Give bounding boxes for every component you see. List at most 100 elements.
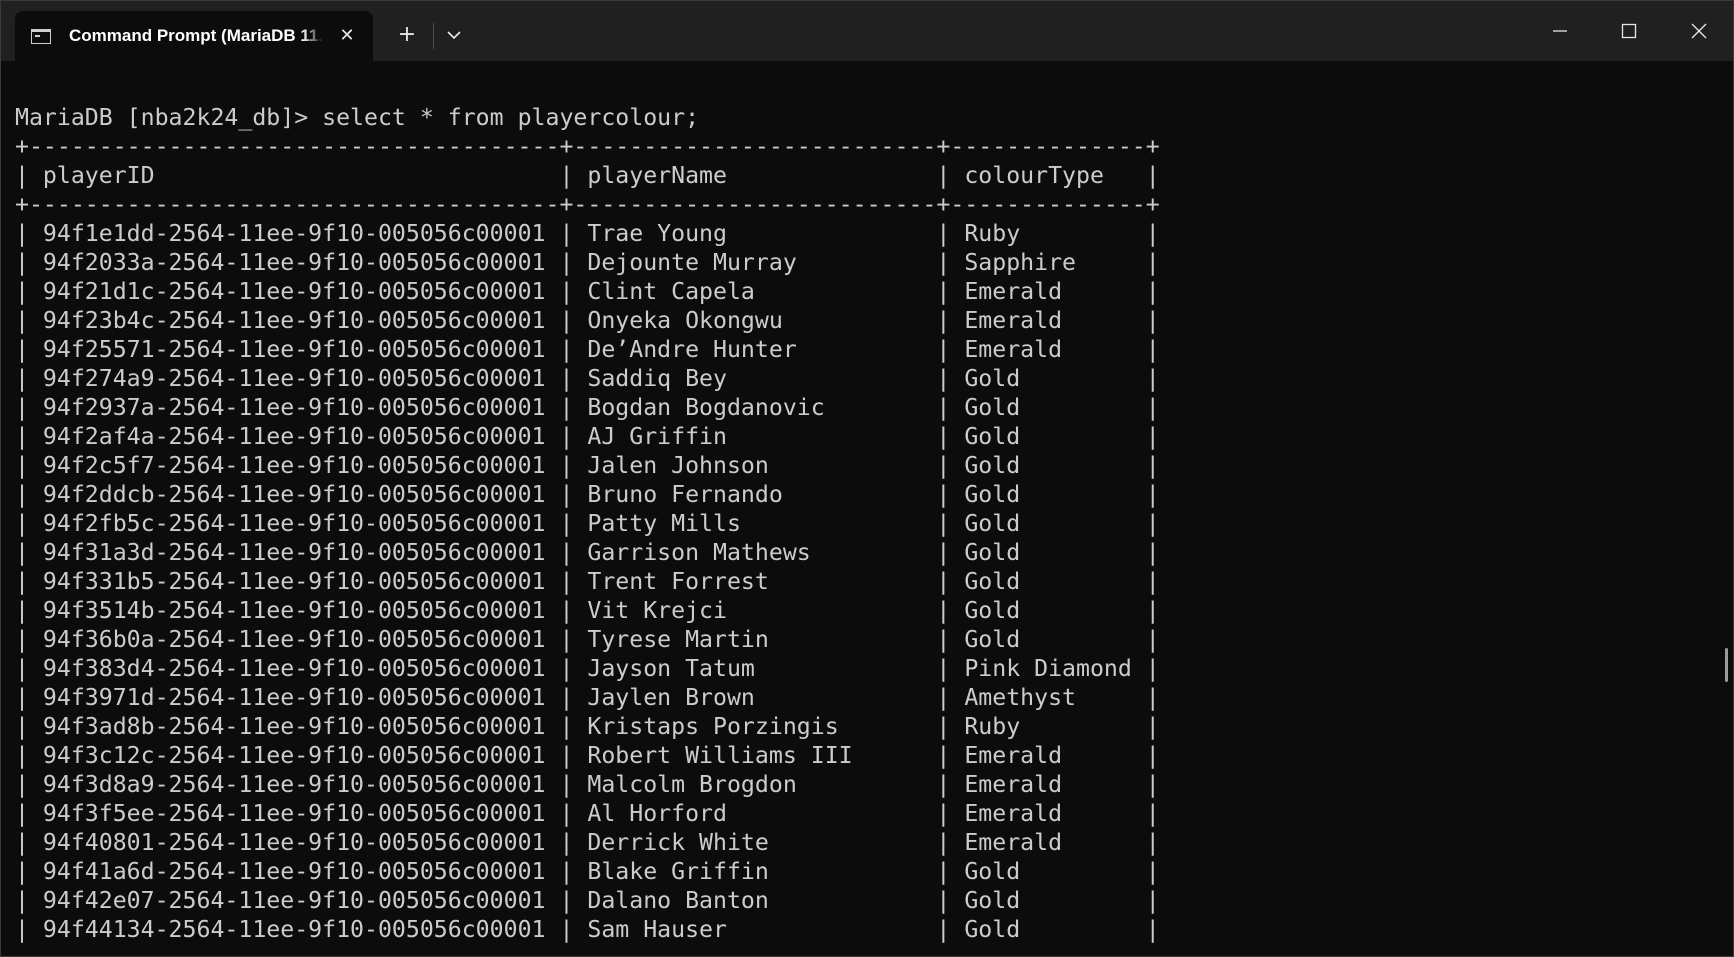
table-row: | 94f331b5-2564-11ee-9f10-005056c00001 |… — [15, 568, 1160, 595]
cell-playerid: 94f40801-2564-11ee-9f10-005056c00001 — [42, 829, 546, 856]
cell-playerid: 94f3c12c-2564-11ee-9f10-005056c00001 — [42, 742, 546, 769]
cell-colourtype: Gold — [964, 887, 1132, 914]
cell-playername: Derrick White — [587, 829, 923, 856]
column-header-playername: playerName — [587, 162, 923, 189]
table-row: | 94f40801-2564-11ee-9f10-005056c00001 |… — [15, 829, 1160, 856]
cell-colourtype: Emerald — [964, 742, 1132, 769]
cell-playerid: 94f36b0a-2564-11ee-9f10-005056c00001 — [42, 626, 546, 653]
table-row: | 94f2ddcb-2564-11ee-9f10-005056c00001 |… — [15, 481, 1160, 508]
column-header-playerid: playerID — [42, 162, 546, 189]
cell-playerid: 94f42e07-2564-11ee-9f10-005056c00001 — [42, 887, 546, 914]
console-output[interactable]: MariaDB [nba2k24_db]> select * from play… — [1, 61, 1721, 956]
cell-playerid: 94f2af4a-2564-11ee-9f10-005056c00001 — [42, 423, 546, 450]
cell-playername: Patty Mills — [587, 510, 923, 537]
column-header-colourtype: colourType — [964, 162, 1132, 189]
cell-colourtype: Gold — [964, 597, 1132, 624]
scrollbar-thumb[interactable] — [1725, 648, 1728, 682]
table-row: | 94f25571-2564-11ee-9f10-005056c00001 |… — [15, 336, 1160, 363]
cell-colourtype: Gold — [964, 452, 1132, 479]
cell-playerid: 94f2033a-2564-11ee-9f10-005056c00001 — [42, 249, 546, 276]
cell-playername: Clint Capela — [587, 278, 923, 305]
table-row: | 94f3971d-2564-11ee-9f10-005056c00001 |… — [15, 684, 1160, 711]
scrollbar[interactable] — [1721, 61, 1733, 956]
cell-colourtype: Gold — [964, 858, 1132, 885]
cell-colourtype: Gold — [964, 539, 1132, 566]
minimize-button[interactable] — [1526, 1, 1594, 61]
prompt: MariaDB [nba2k24_db]> — [15, 104, 323, 131]
table-row: | 94f2937a-2564-11ee-9f10-005056c00001 |… — [15, 394, 1160, 421]
cell-playerid: 94f1e1dd-2564-11ee-9f10-005056c00001 — [42, 220, 546, 247]
tab-title: Command Prompt (MariaDB 11.1) — [69, 26, 323, 45]
maximize-button[interactable] — [1595, 1, 1663, 61]
close-icon — [1691, 23, 1707, 39]
cell-playerid: 94f3971d-2564-11ee-9f10-005056c00001 — [42, 684, 546, 711]
cell-playername: Saddiq Bey — [587, 365, 923, 392]
plus-icon[interactable]: + — [393, 21, 421, 49]
tab-divider — [433, 23, 434, 49]
cell-playername: Jayson Tatum — [587, 655, 923, 682]
table-row: | 94f3f5ee-2564-11ee-9f10-005056c00001 |… — [15, 800, 1160, 827]
table-row: | 94f2033a-2564-11ee-9f10-005056c00001 |… — [15, 249, 1160, 276]
cell-playerid: 94f331b5-2564-11ee-9f10-005056c00001 — [42, 568, 546, 595]
cell-playerid: 94f2937a-2564-11ee-9f10-005056c00001 — [42, 394, 546, 421]
cell-playername: Dalano Banton — [587, 887, 923, 914]
cell-colourtype: Gold — [964, 394, 1132, 421]
table-row: | 94f274a9-2564-11ee-9f10-005056c00001 |… — [15, 365, 1160, 392]
minimize-icon — [1553, 30, 1567, 32]
cell-colourtype: Pink Diamond — [964, 655, 1132, 682]
cell-playername: Jaylen Brown — [587, 684, 923, 711]
table-row: | 94f3d8a9-2564-11ee-9f10-005056c00001 |… — [15, 771, 1160, 798]
cell-playerid: 94f2ddcb-2564-11ee-9f10-005056c00001 — [42, 481, 546, 508]
title-bar[interactable]: Command Prompt (MariaDB 11.1) ✕ + — [1, 1, 1733, 61]
cell-colourtype: Gold — [964, 365, 1132, 392]
cell-playername: Kristaps Porzingis — [587, 713, 923, 740]
table-row: | 94f41a6d-2564-11ee-9f10-005056c00001 |… — [15, 858, 1160, 885]
cell-colourtype: Emerald — [964, 278, 1132, 305]
table-row: | 94f3514b-2564-11ee-9f10-005056c00001 |… — [15, 597, 1160, 624]
cell-colourtype: Gold — [964, 626, 1132, 653]
table-row: | 94f2af4a-2564-11ee-9f10-005056c00001 |… — [15, 423, 1160, 450]
cell-playername: De’Andre Hunter — [587, 336, 923, 363]
table-row: | 94f1e1dd-2564-11ee-9f10-005056c00001 |… — [15, 220, 1160, 247]
cell-playername: Malcolm Brogdon — [587, 771, 923, 798]
tab-close-icon[interactable]: ✕ — [335, 24, 359, 48]
terminal-icon — [31, 29, 51, 44]
cell-playername: Tyrese Martin — [587, 626, 923, 653]
close-button[interactable] — [1665, 1, 1733, 61]
cell-playername: Robert Williams III — [587, 742, 923, 769]
maximize-icon — [1621, 23, 1637, 39]
cell-playerid: 94f274a9-2564-11ee-9f10-005056c00001 — [42, 365, 546, 392]
cell-colourtype: Gold — [964, 916, 1132, 943]
cell-playername: Trae Young — [587, 220, 923, 247]
cell-playername: Dejounte Murray — [587, 249, 923, 276]
cell-playerid: 94f21d1c-2564-11ee-9f10-005056c00001 — [42, 278, 546, 305]
chevron-down-icon[interactable] — [442, 23, 466, 47]
terminal-window: Command Prompt (MariaDB 11.1) ✕ + MariaD… — [0, 0, 1734, 957]
table-row: | 94f36b0a-2564-11ee-9f10-005056c00001 |… — [15, 626, 1160, 653]
cell-playername: Garrison Mathews — [587, 539, 923, 566]
cell-playerid: 94f23b4c-2564-11ee-9f10-005056c00001 — [42, 307, 546, 334]
table-row: | 94f2c5f7-2564-11ee-9f10-005056c00001 |… — [15, 452, 1160, 479]
command-line: MariaDB [nba2k24_db]> select * from play… — [15, 103, 1160, 132]
cell-playername: Vit Krejci — [587, 597, 923, 624]
cell-colourtype: Ruby — [964, 220, 1132, 247]
table-header-row: | playerID | playerName | colourType | — [15, 162, 1160, 189]
cell-colourtype: Gold — [964, 423, 1132, 450]
cell-playerid: 94f3ad8b-2564-11ee-9f10-005056c00001 — [42, 713, 546, 740]
command-text: select * from playercolour; — [322, 104, 700, 131]
table-border-top: +--------------------------------------+… — [15, 133, 1160, 160]
cell-playername: Bogdan Bogdanovic — [587, 394, 923, 421]
cell-playerid: 94f25571-2564-11ee-9f10-005056c00001 — [42, 336, 546, 363]
cell-playerid: 94f44134-2564-11ee-9f10-005056c00001 — [42, 916, 546, 943]
cell-playerid: 94f41a6d-2564-11ee-9f10-005056c00001 — [42, 858, 546, 885]
tab-command-prompt[interactable]: Command Prompt (MariaDB 11.1) ✕ — [15, 11, 373, 61]
cell-playername: Trent Forrest — [587, 568, 923, 595]
cell-colourtype: Emerald — [964, 336, 1132, 363]
cell-playerid: 94f31a3d-2564-11ee-9f10-005056c00001 — [42, 539, 546, 566]
cell-playerid: 94f3f5ee-2564-11ee-9f10-005056c00001 — [42, 800, 546, 827]
cell-playerid: 94f3514b-2564-11ee-9f10-005056c00001 — [42, 597, 546, 624]
console-text: MariaDB [nba2k24_db]> select * from play… — [15, 103, 1160, 944]
cell-playername: Bruno Fernando — [587, 481, 923, 508]
cell-playername: Onyeka Okongwu — [587, 307, 923, 334]
table-row: | 94f2fb5c-2564-11ee-9f10-005056c00001 |… — [15, 510, 1160, 537]
